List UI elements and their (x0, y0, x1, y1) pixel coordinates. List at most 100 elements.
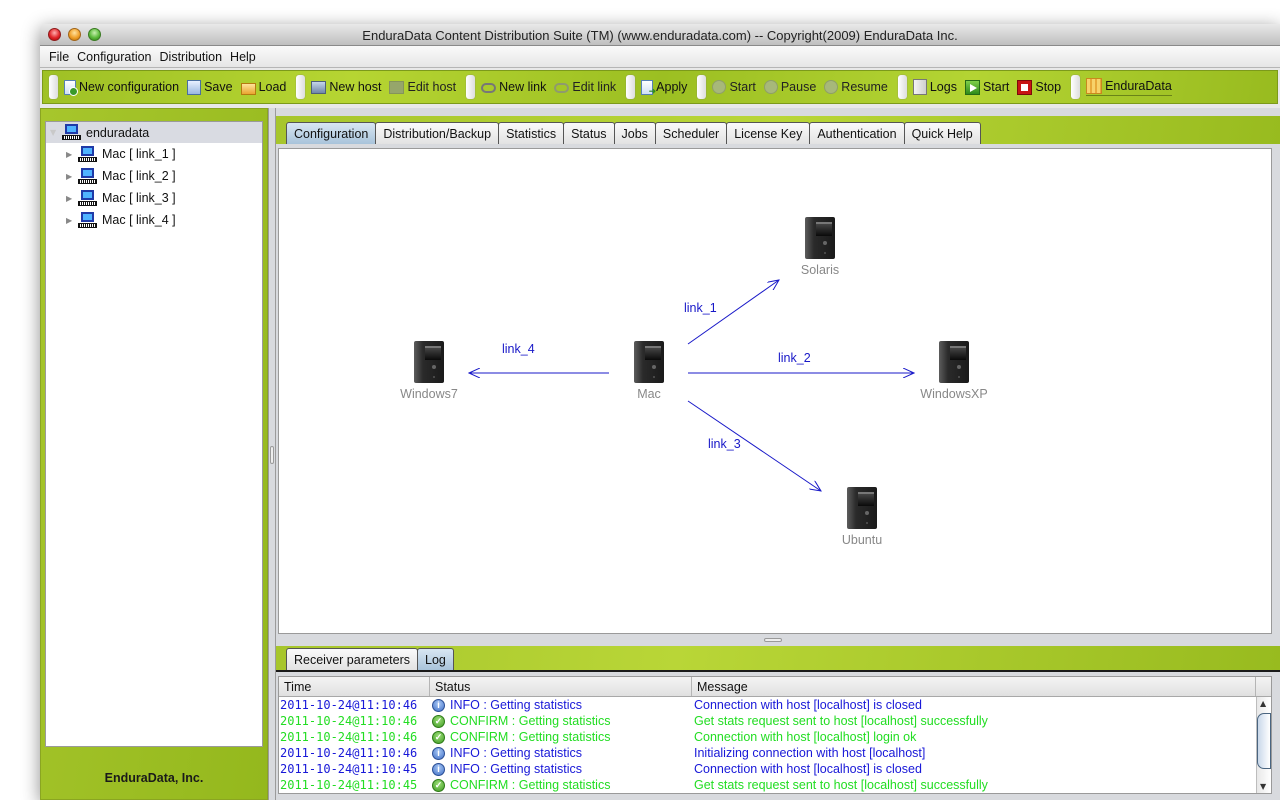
menu-help[interactable]: Help (226, 50, 260, 64)
main-panel: Configuration Distribution/Backup Statis… (276, 108, 1280, 800)
topology-canvas[interactable]: Mac Solaris WindowsXP Ubuntu Windows7 li… (278, 148, 1272, 634)
new-configuration-button[interactable]: New configuration (64, 79, 180, 96)
tab-scheduler[interactable]: Scheduler (654, 122, 728, 144)
resume-button[interactable]: Resume (824, 80, 888, 94)
toolbar-grip[interactable] (466, 75, 476, 99)
log-table: Time Status Message 2011-10-24@11:10:46 i… (278, 676, 1272, 794)
node-solaris[interactable]: Solaris (780, 217, 860, 277)
start-label: Start (982, 80, 1010, 94)
node-label: Mac (637, 387, 661, 401)
toolbar-grip[interactable] (897, 75, 907, 99)
log-row[interactable]: 2011-10-24@11:10:46 ✓ CONFIRM : Getting st… (279, 729, 1271, 745)
tree-item[interactable]: ▶ Mac [ link_2 ] (46, 165, 262, 187)
expand-arrow-icon[interactable]: ▼ (50, 128, 62, 137)
toolbar-grip[interactable] (1071, 75, 1081, 99)
title-bar: EnduraData Content Distribution Suite (T… (40, 24, 1280, 46)
divider-grip-icon[interactable] (764, 638, 782, 642)
enduradata-button[interactable]: EnduraData (1086, 78, 1172, 96)
horizontal-split-divider[interactable] (276, 636, 1280, 644)
server-tower-icon (847, 487, 877, 529)
column-header-status[interactable]: Status (430, 677, 692, 696)
vertical-split-divider[interactable] (268, 108, 276, 800)
divider-grip-icon[interactable] (270, 446, 274, 464)
tab-distribution-backup[interactable]: Distribution/Backup (375, 122, 500, 144)
toolbar-grip[interactable] (296, 75, 306, 99)
log-row[interactable]: 2011-10-24@11:10:46 i INFO : Getting stati… (279, 697, 1271, 713)
node-windows7[interactable]: Windows7 (389, 341, 469, 401)
toolbar-grip[interactable] (697, 75, 707, 99)
scrollbar-thumb[interactable] (1257, 713, 1271, 769)
tree-item[interactable]: ▶ Mac [ link_1 ] (46, 143, 262, 165)
log-row[interactable]: 2011-10-24@11:10:46 ✓ CONFIRM : Getting st… (279, 713, 1271, 729)
tab-authentication[interactable]: Authentication (809, 122, 905, 144)
menu-configuration[interactable]: Configuration (73, 50, 155, 64)
tab-statistics[interactable]: Statistics (498, 122, 565, 144)
node-label: Ubuntu (841, 533, 883, 547)
edge-label-link-4[interactable]: link_4 (502, 342, 535, 356)
scroll-up-arrow-icon[interactable]: ▲ (1260, 699, 1266, 708)
new-host-button[interactable]: New host (311, 80, 381, 94)
log-row[interactable]: 2011-10-24@11:10:45 ✓ CONFIRM : Getting st… (279, 777, 1271, 793)
edit-host-label: Edit host (407, 80, 457, 94)
apply-button[interactable]: Apply (641, 79, 687, 97)
column-header-time[interactable]: Time (279, 677, 430, 696)
edit-host-button[interactable]: Edit host (389, 80, 456, 94)
column-header-message[interactable]: Message (692, 677, 1256, 696)
tab-status[interactable]: Status (563, 122, 615, 144)
node-ubuntu[interactable]: Ubuntu (822, 487, 902, 547)
new-configuration-label: New configuration (79, 80, 180, 94)
node-windowsxp[interactable]: WindowsXP (914, 341, 994, 401)
new-host-label: New host (329, 80, 382, 94)
log-row[interactable]: 2011-10-24@11:10:46 i INFO : Getting stati… (279, 745, 1271, 761)
pause-button[interactable]: Pause (763, 80, 817, 94)
scroll-down-arrow-icon[interactable]: ▼ (1260, 782, 1266, 791)
pause-label: Pause (780, 80, 817, 94)
stop-button[interactable]: Stop (1017, 79, 1061, 95)
log-time: 2011-10-24@11:10:45 (280, 778, 418, 792)
collapsed-arrow-icon[interactable]: ▶ (66, 172, 78, 181)
save-button[interactable]: Save (187, 79, 233, 95)
server-tower-icon (805, 217, 835, 259)
tab-receiver-parameters[interactable]: Receiver parameters (286, 648, 419, 670)
log-message: Initializing connection with host [local… (694, 746, 926, 760)
log-message: Connection with host [localhost] login o… (694, 730, 917, 744)
tab-configuration[interactable]: Configuration (286, 122, 377, 144)
main-tabs: Configuration Distribution/Backup Statis… (276, 116, 1280, 144)
new-link-button[interactable]: New link (481, 80, 546, 94)
start-distribution-button[interactable]: Start (712, 80, 756, 94)
tree-item[interactable]: ▶ Mac [ link_4 ] (46, 209, 262, 231)
log-row[interactable]: 2011-10-24@11:10:45 i INFO : Getting stati… (279, 761, 1271, 777)
menu-file[interactable]: File (45, 50, 73, 64)
log-status-text: INFO : Getting statistics (450, 698, 582, 712)
logs-button[interactable]: Logs (912, 79, 957, 95)
tree-item[interactable]: ▶ Mac [ link_3 ] (46, 187, 262, 209)
tab-jobs[interactable]: Jobs (613, 122, 656, 144)
window-title: EnduraData Content Distribution Suite (T… (362, 28, 958, 43)
menu-distribution[interactable]: Distribution (156, 50, 227, 64)
save-icon (187, 79, 202, 95)
enduradata-label: EnduraData (1105, 79, 1172, 93)
toolbar-grip[interactable] (626, 75, 636, 99)
toolbar-grip[interactable] (49, 75, 58, 99)
edge-label-link-2[interactable]: link_2 (778, 351, 811, 365)
collapsed-arrow-icon[interactable]: ▶ (66, 216, 78, 225)
stop-icon (1017, 79, 1033, 95)
start-button[interactable]: Start (964, 79, 1010, 95)
node-mac[interactable]: Mac (609, 341, 689, 401)
tab-license-key[interactable]: License Key (726, 122, 811, 144)
log-status-text: INFO : Getting statistics (450, 746, 582, 760)
collapsed-arrow-icon[interactable]: ▶ (66, 194, 78, 203)
computer-icon (78, 189, 97, 207)
start-distribution-label: Start (729, 80, 756, 94)
folder-open-icon (240, 82, 256, 95)
tab-log[interactable]: Log (417, 648, 454, 670)
new-link-icon (481, 83, 497, 93)
tab-quick-help[interactable]: Quick Help (903, 122, 981, 144)
edge-label-link-1[interactable]: link_1 (684, 301, 717, 315)
collapsed-arrow-icon[interactable]: ▶ (66, 150, 78, 159)
edge-label-link-3[interactable]: link_3 (708, 437, 741, 451)
load-button[interactable]: Load (240, 80, 286, 95)
log-scrollbar[interactable]: ▲ ▼ (1256, 697, 1271, 793)
tree-root[interactable]: ▼ enduradata (46, 122, 262, 143)
edit-link-button[interactable]: Edit link (554, 80, 616, 94)
